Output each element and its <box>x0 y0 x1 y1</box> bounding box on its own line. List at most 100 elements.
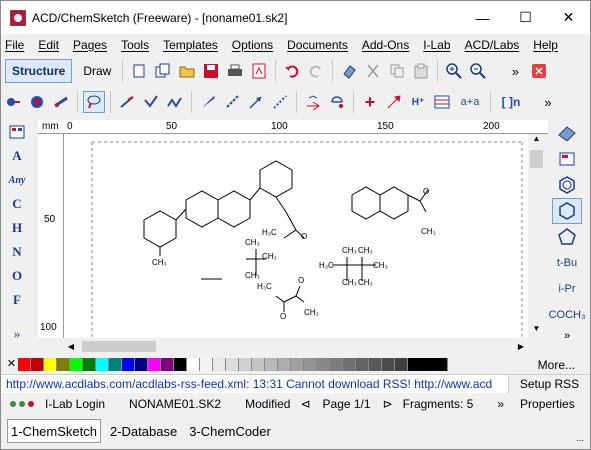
lasso-icon[interactable] <box>83 91 105 113</box>
acetyl-button[interactable]: COCH₃ <box>549 302 586 328</box>
color-swatch[interactable] <box>135 358 148 371</box>
eraser-icon[interactable] <box>338 60 360 82</box>
menu-acdlabs[interactable]: ACD/Labs <box>465 38 520 52</box>
dotted-bond-icon[interactable] <box>269 91 291 113</box>
toolbar-overflow-icon[interactable]: » <box>552 328 582 344</box>
menu-tools[interactable]: Tools <box>121 38 149 52</box>
reaction-arrow-icon[interactable] <box>302 91 324 113</box>
menu-options[interactable]: Options <box>232 38 273 52</box>
resize-grip-icon[interactable]: ... <box>576 433 584 443</box>
setup-rss-button[interactable]: Setup RSS <box>508 374 590 394</box>
tab-chemsketch[interactable]: 1-ChemSketch <box>7 419 101 443</box>
scroll-up-icon[interactable]: ▲ <box>528 134 545 148</box>
color-swatch[interactable] <box>122 358 135 371</box>
color-swatch[interactable] <box>278 358 291 371</box>
vertical-scrollbar[interactable]: ▲ ▼ <box>528 134 545 338</box>
atom-c-button[interactable]: C <box>12 192 21 216</box>
eraser-template-icon[interactable] <box>552 120 582 146</box>
copy-page-icon[interactable] <box>152 60 174 82</box>
benzene-icon[interactable] <box>552 172 582 198</box>
atom-o-button[interactable]: O <box>12 264 22 288</box>
no-color-icon[interactable]: ✕ <box>5 358 18 371</box>
menu-file[interactable]: File <box>5 38 24 52</box>
cyclopentane-icon[interactable] <box>552 224 582 250</box>
color-swatch[interactable] <box>408 358 448 371</box>
maximize-button[interactable]: ☐ <box>504 1 547 34</box>
color-swatch[interactable] <box>265 358 278 371</box>
status-overflow-icon[interactable]: » <box>497 397 504 411</box>
color-swatch[interactable] <box>226 358 239 371</box>
color-swatch[interactable] <box>174 358 187 371</box>
scroll-thumb[interactable] <box>82 341 156 352</box>
copy-icon[interactable] <box>386 60 408 82</box>
color-swatch[interactable] <box>83 358 96 371</box>
scroll-left-icon[interactable]: ◀ <box>64 338 78 355</box>
color-swatch[interactable] <box>382 358 395 371</box>
color-swatch[interactable] <box>369 358 382 371</box>
color-swatch[interactable] <box>317 358 330 371</box>
color-swatch[interactable] <box>291 358 304 371</box>
color-swatch[interactable] <box>18 358 31 371</box>
scroll-down-icon[interactable]: ▼ <box>528 324 545 338</box>
zoom-out-icon[interactable] <box>467 60 489 82</box>
periodic-table-icon[interactable] <box>9 120 25 144</box>
scroll-thumb[interactable] <box>530 150 543 168</box>
minimize-button[interactable]: — <box>461 1 504 34</box>
ring-template-icon[interactable] <box>326 91 348 113</box>
save-icon[interactable] <box>200 60 222 82</box>
arrow-bond-icon[interactable] <box>245 91 267 113</box>
color-swatch[interactable] <box>330 358 343 371</box>
toolbar-overflow-icon[interactable]: » <box>537 91 559 113</box>
title-bar[interactable]: ACD/ChemSketch (Freeware) - [noname01.sk… <box>1 1 590 34</box>
menu-addons[interactable]: Add-Ons <box>362 38 409 52</box>
new-page-icon[interactable] <box>128 60 150 82</box>
zoom-in-icon[interactable] <box>443 60 465 82</box>
tab-database[interactable]: 2-Database <box>107 419 180 443</box>
scroll-right-icon[interactable]: ▶ <box>514 338 528 355</box>
rotate-icon[interactable] <box>26 91 48 113</box>
color-swatch[interactable] <box>44 358 57 371</box>
color-swatch[interactable] <box>252 358 265 371</box>
menu-help[interactable]: Help <box>533 38 558 52</box>
paste-icon[interactable] <box>410 60 432 82</box>
color-swatch[interactable] <box>395 358 408 371</box>
menu-pages[interactable]: Pages <box>73 38 107 52</box>
open-folder-icon[interactable] <box>176 60 198 82</box>
atom-n-button[interactable]: N <box>12 240 21 264</box>
color-swatch[interactable] <box>57 358 70 371</box>
bracket-button[interactable]: [ ]n <box>496 91 526 113</box>
page-next-icon[interactable]: ⊳ <box>383 397 393 411</box>
undo-icon[interactable] <box>281 60 303 82</box>
bond-chain-icon[interactable] <box>140 91 162 113</box>
color-swatch[interactable] <box>239 358 252 371</box>
rss-feed-text[interactable]: http://www.acdlabs.com/acdlabs-rss-feed.… <box>1 377 508 391</box>
wedge-bond-icon[interactable] <box>197 91 219 113</box>
redo-icon[interactable] <box>305 60 327 82</box>
color-swatch[interactable] <box>161 358 174 371</box>
drawing-canvas[interactable]: CH₃ CH₃ CH₃ CH₃ H₃C O CH₃ O CH₃ CH₃ H₃C … <box>64 134 528 338</box>
cyclohexane-icon[interactable] <box>552 198 582 224</box>
close-document-icon[interactable] <box>528 60 550 82</box>
tbutyl-button[interactable]: t-Bu <box>552 250 582 276</box>
properties-button[interactable]: Properties <box>520 397 575 411</box>
color-swatch[interactable] <box>109 358 122 371</box>
bond-zigzag-icon[interactable] <box>164 91 186 113</box>
atom-to-atom-button[interactable]: a+a <box>455 91 485 113</box>
atom-any-button[interactable]: Any <box>9 168 26 192</box>
explicit-hydrogen-button[interactable]: H⁺ <box>407 91 429 113</box>
color-swatch[interactable] <box>96 358 109 371</box>
toolbar-overflow-icon[interactable]: » <box>14 322 21 346</box>
atom-a-button[interactable]: A <box>12 144 21 168</box>
color-swatch[interactable] <box>356 358 369 371</box>
atom-f-button[interactable]: F <box>13 288 21 312</box>
cut-icon[interactable] <box>362 60 384 82</box>
horizontal-scrollbar[interactable]: ◀ ▶ <box>64 338 528 355</box>
ilab-login-button[interactable]: I-Lab Login <box>45 397 105 411</box>
print-icon[interactable] <box>224 60 246 82</box>
color-swatch[interactable] <box>304 358 317 371</box>
draw-mode-button[interactable]: Draw <box>76 59 118 83</box>
color-swatch[interactable] <box>31 358 44 371</box>
page-prev-icon[interactable]: ⊲ <box>300 397 310 411</box>
menu-templates[interactable]: Templates <box>163 38 218 52</box>
table-icon[interactable] <box>431 91 453 113</box>
